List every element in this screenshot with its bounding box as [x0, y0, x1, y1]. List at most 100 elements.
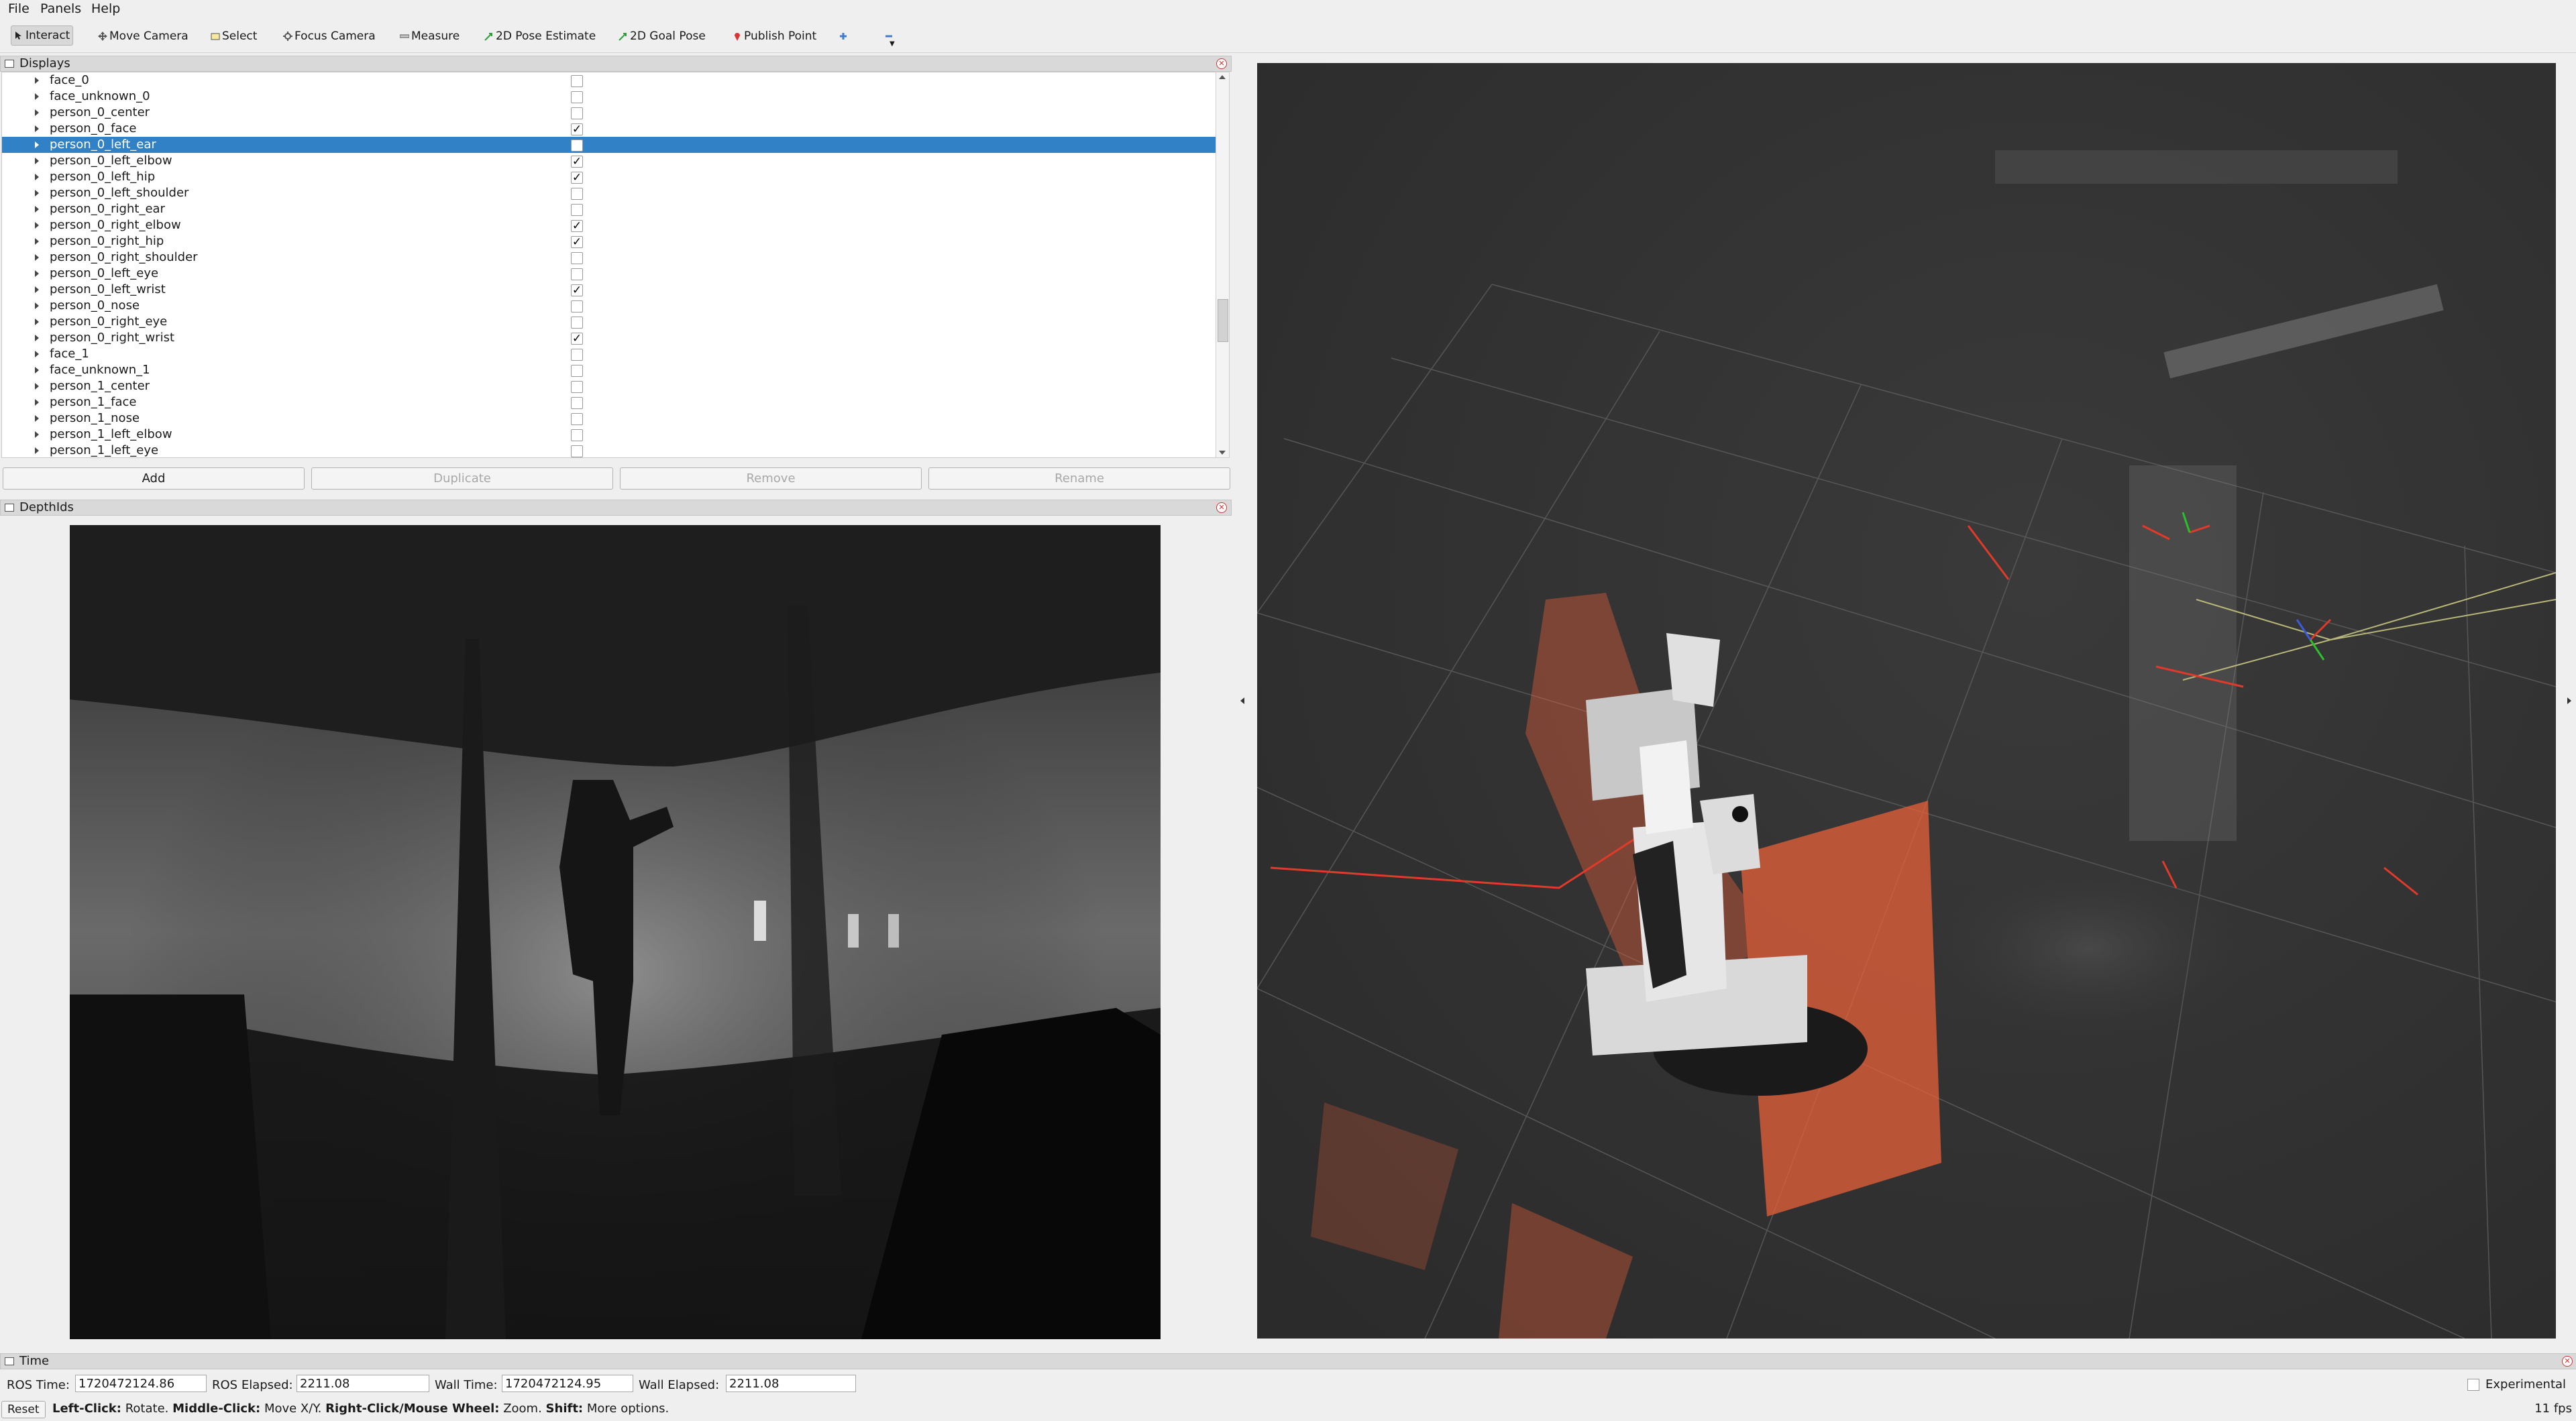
display-enable-checkbox[interactable]: ✓	[571, 156, 583, 168]
remove-button[interactable]: Remove	[620, 467, 922, 490]
ros-time-field[interactable]: 1720472124.86	[75, 1375, 207, 1392]
add-button[interactable]: Add	[3, 467, 305, 490]
expand-arrow-icon[interactable]	[35, 383, 39, 390]
displays-scrollbar[interactable]	[1216, 72, 1230, 458]
scroll-down-icon[interactable]	[1219, 451, 1226, 455]
scroll-up-icon[interactable]	[1219, 75, 1226, 79]
display-enable-checkbox[interactable]	[571, 397, 583, 409]
wall-time-field[interactable]: 1720472124.95	[502, 1375, 633, 1392]
display-item[interactable]: person_0_left_eye	[2, 266, 1216, 282]
tool-2d-pose-estimate[interactable]: 2D Pose Estimate	[482, 27, 598, 46]
display-enable-checkbox[interactable]: ✓	[571, 123, 583, 135]
menu-file[interactable]: File	[8, 1, 30, 16]
display-enable-checkbox[interactable]	[571, 139, 583, 152]
3d-viewport[interactable]	[1257, 63, 2556, 1339]
display-enable-checkbox[interactable]	[571, 317, 583, 329]
expand-arrow-icon[interactable]	[35, 93, 39, 100]
expand-arrow-icon[interactable]	[35, 319, 39, 325]
display-item[interactable]: person_1_face	[2, 394, 1216, 410]
display-item[interactable]: person_0_right_elbow ✓	[2, 217, 1216, 233]
display-enable-checkbox[interactable]	[571, 381, 583, 393]
display-item[interactable]: face_unknown_1	[2, 362, 1216, 378]
display-item[interactable]: person_0_left_hip ✓	[2, 169, 1216, 185]
display-item[interactable]: face_unknown_0	[2, 89, 1216, 105]
expand-arrow-icon[interactable]	[35, 238, 39, 245]
display-item[interactable]: person_1_nose	[2, 410, 1216, 427]
display-item[interactable]: person_0_right_shoulder	[2, 249, 1216, 266]
expand-arrow-icon[interactable]	[35, 367, 39, 374]
display-enable-checkbox[interactable]	[571, 300, 583, 312]
display-enable-checkbox[interactable]	[571, 252, 583, 264]
expand-arrow-icon[interactable]	[35, 254, 39, 261]
experimental-checkbox[interactable]	[2467, 1379, 2479, 1391]
display-enable-checkbox[interactable]	[571, 91, 583, 103]
display-item[interactable]: person_0_right_eye	[2, 314, 1216, 330]
display-item[interactable]: person_1_center	[2, 378, 1216, 394]
displays-tree[interactable]: face_0 face_unknown_0 person_0_center perso…	[1, 72, 1217, 458]
expand-arrow-icon[interactable]	[35, 431, 39, 438]
expand-arrow-icon[interactable]	[35, 351, 39, 357]
display-item[interactable]: person_0_left_wrist ✓	[2, 282, 1216, 298]
tool-measure[interactable]: Measure	[397, 27, 462, 46]
display-item[interactable]: person_0_left_ear	[2, 137, 1216, 153]
tool-move-camera[interactable]: Move Camera	[95, 27, 191, 46]
expand-arrow-icon[interactable]	[35, 222, 39, 229]
display-item[interactable]: person_0_right_wrist ✓	[2, 330, 1216, 346]
display-enable-checkbox[interactable]: ✓	[571, 333, 583, 345]
display-item[interactable]: person_0_nose	[2, 298, 1216, 314]
display-enable-checkbox[interactable]: ✓	[571, 172, 583, 184]
expand-arrow-icon[interactable]	[35, 206, 39, 213]
collapse-right-icon[interactable]	[2567, 697, 2571, 704]
expand-arrow-icon[interactable]	[35, 109, 39, 116]
expand-arrow-icon[interactable]	[35, 190, 39, 196]
display-enable-checkbox[interactable]	[571, 365, 583, 377]
close-icon[interactable]: ✕	[1216, 58, 1227, 69]
close-icon[interactable]: ✕	[2562, 1356, 2573, 1367]
display-item[interactable]: person_0_face ✓	[2, 121, 1216, 137]
display-item[interactable]: person_0_right_hip ✓	[2, 233, 1216, 249]
expand-arrow-icon[interactable]	[35, 158, 39, 164]
display-item[interactable]: person_0_center	[2, 105, 1216, 121]
ros-elapsed-field[interactable]: 2211.08	[297, 1375, 429, 1392]
display-item[interactable]: face_0	[2, 72, 1216, 89]
expand-arrow-icon[interactable]	[35, 286, 39, 293]
tool-2d-goal-pose[interactable]: 2D Goal Pose	[616, 27, 708, 46]
display-item[interactable]: face_1	[2, 346, 1216, 362]
scrollbar-thumb[interactable]	[1218, 299, 1228, 342]
expand-arrow-icon[interactable]	[35, 141, 39, 148]
expand-arrow-icon[interactable]	[35, 125, 39, 132]
expand-arrow-icon[interactable]	[35, 399, 39, 406]
remove-tool-button[interactable]: ▼	[881, 27, 898, 48]
tool-publish-point[interactable]: Publish Point	[730, 27, 819, 46]
add-tool-button[interactable]	[836, 27, 853, 46]
display-enable-checkbox[interactable]	[571, 188, 583, 200]
display-item[interactable]: person_1_left_elbow	[2, 427, 1216, 443]
display-enable-checkbox[interactable]: ✓	[571, 236, 583, 248]
display-enable-checkbox[interactable]	[571, 75, 583, 87]
display-enable-checkbox[interactable]: ✓	[571, 220, 583, 232]
tool-select[interactable]: Select	[208, 27, 260, 46]
expand-arrow-icon[interactable]	[35, 415, 39, 422]
display-enable-checkbox[interactable]	[571, 445, 583, 457]
expand-arrow-icon[interactable]	[35, 447, 39, 454]
expand-arrow-icon[interactable]	[35, 302, 39, 309]
display-enable-checkbox[interactable]	[571, 204, 583, 216]
display-enable-checkbox[interactable]	[571, 349, 583, 361]
display-enable-checkbox[interactable]: ✓	[571, 284, 583, 296]
display-enable-checkbox[interactable]	[571, 429, 583, 441]
rename-button[interactable]: Rename	[928, 467, 1230, 490]
close-icon[interactable]: ✕	[1216, 502, 1227, 513]
expand-arrow-icon[interactable]	[35, 174, 39, 180]
display-item[interactable]: person_0_left_shoulder	[2, 185, 1216, 201]
display-item[interactable]: person_1_left_eye	[2, 443, 1216, 457]
expand-arrow-icon[interactable]	[35, 270, 39, 277]
display-enable-checkbox[interactable]	[571, 268, 583, 280]
tool-focus-camera[interactable]: Focus Camera	[280, 27, 378, 46]
display-item[interactable]: person_0_left_elbow ✓	[2, 153, 1216, 169]
tool-interact[interactable]: Interact	[11, 25, 74, 46]
display-enable-checkbox[interactable]	[571, 413, 583, 425]
display-item[interactable]: person_0_right_ear	[2, 201, 1216, 217]
expand-arrow-icon[interactable]	[35, 77, 39, 84]
display-enable-checkbox[interactable]	[571, 107, 583, 119]
duplicate-button[interactable]: Duplicate	[311, 467, 613, 490]
